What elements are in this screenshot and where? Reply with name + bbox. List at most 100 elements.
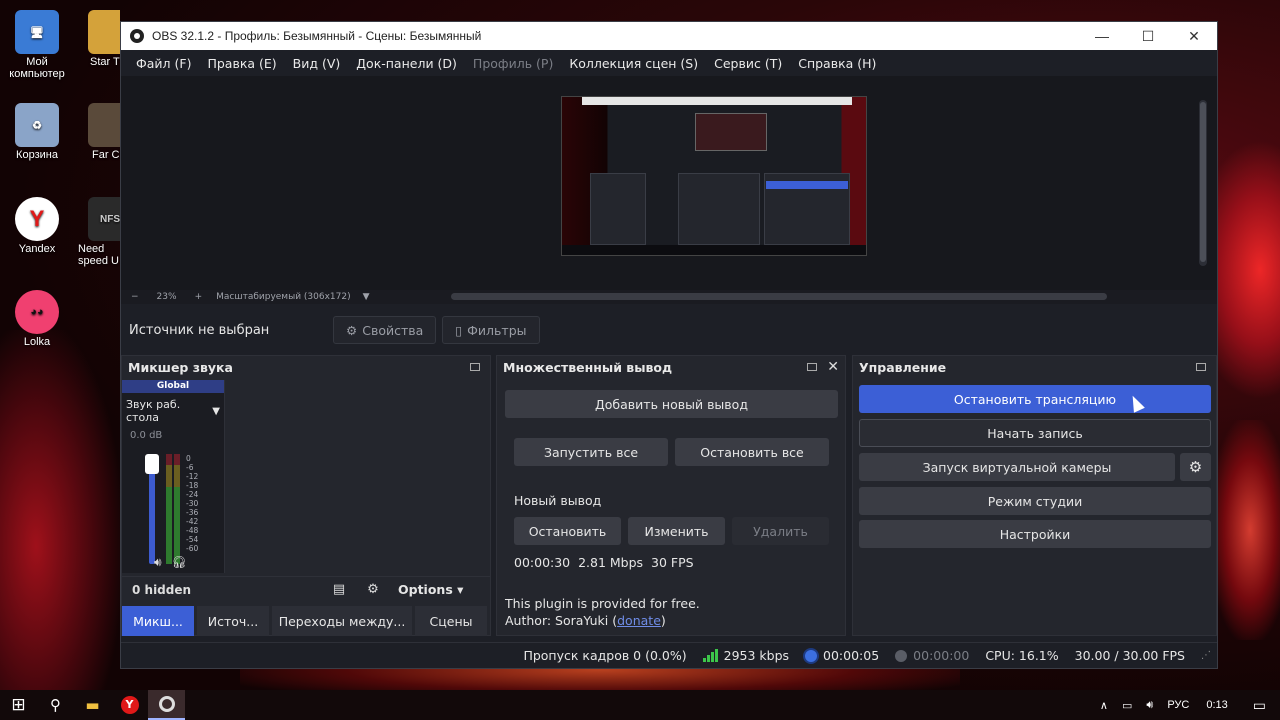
dock-header: Микшер звука bbox=[122, 356, 490, 378]
studio-mode-button[interactable]: Режим студии bbox=[859, 487, 1211, 515]
bitrate-indicator: 2953 kbps bbox=[702, 648, 790, 663]
tab-sources[interactable]: Источ... bbox=[197, 606, 269, 636]
desktop-icon-recycle-bin[interactable]: ♻ Корзина bbox=[0, 103, 74, 161]
desktop-icon-my-computer[interactable]: 🖥 Мой компьютер bbox=[0, 10, 74, 80]
stop-streaming-button[interactable]: Остановить трансляцию bbox=[859, 385, 1211, 413]
start-virtual-camera-button[interactable]: Запуск виртуальной камеры bbox=[859, 453, 1175, 481]
fps-indicator: 30.00 / 30.00 FPS bbox=[1074, 648, 1185, 663]
desktop-icon-far-cry[interactable]: Far C bbox=[70, 103, 120, 161]
donate-link[interactable]: donate bbox=[617, 613, 661, 628]
tab-transitions[interactable]: Переходы между... bbox=[272, 606, 412, 636]
record-icon bbox=[895, 649, 908, 662]
menu-view[interactable]: Вид (V) bbox=[285, 56, 349, 71]
menu-scene-collection[interactable]: Коллекция сцен (S) bbox=[561, 56, 706, 71]
virtual-camera-settings-button[interactable]: ⚙ bbox=[1180, 453, 1211, 481]
window-title: OBS 32.1.2 - Профиль: Безымянный - Сцены… bbox=[152, 29, 482, 43]
minimize-button[interactable]: — bbox=[1079, 22, 1125, 50]
delete-output-button[interactable]: Удалить bbox=[732, 517, 829, 545]
search-icon[interactable]: ⚲ bbox=[37, 690, 74, 720]
desktop-icon-label: Yandex bbox=[18, 243, 56, 255]
desktop-icon-yandex[interactable]: Y Yandex bbox=[0, 197, 74, 255]
level-meter-left bbox=[166, 454, 172, 564]
settings-button[interactable]: Настройки bbox=[859, 520, 1211, 548]
menu-profile[interactable]: Профиль (P) bbox=[465, 56, 561, 71]
preview-vertical-scrollbar[interactable] bbox=[1199, 100, 1207, 266]
game-icon bbox=[88, 103, 120, 147]
output-name: Новый вывод bbox=[514, 493, 602, 508]
filters-button[interactable]: ▯ Фильтры bbox=[442, 316, 540, 344]
output-stats: 00:00:30 2.81 Mbps 30 FPS bbox=[514, 555, 694, 570]
device-label: Звук раб. стола bbox=[126, 398, 181, 424]
yandex-browser-icon[interactable]: Y bbox=[111, 690, 148, 720]
headphones-icon[interactable]: 🎧︎ bbox=[172, 555, 187, 570]
cpu-usage: CPU: 16.1% bbox=[985, 648, 1059, 663]
desktop-icon-label: Star T bbox=[90, 56, 120, 68]
layout-icon[interactable]: ▤ bbox=[322, 582, 356, 597]
gear-icon[interactable]: ⚙ bbox=[356, 582, 390, 597]
desktop-icon-lolka[interactable]: ◕◕ Lolka bbox=[0, 290, 74, 348]
streaming-icon bbox=[805, 649, 818, 662]
author-line: Author: SoraYuki (donate) bbox=[505, 613, 666, 628]
close-button[interactable]: ✕ bbox=[1171, 22, 1217, 50]
file-explorer-icon[interactable]: ▬ bbox=[74, 690, 111, 720]
menu-file[interactable]: Файл (F) bbox=[128, 56, 199, 71]
obs-taskbar-icon[interactable] bbox=[148, 690, 185, 720]
maximize-button[interactable]: ☐ bbox=[1125, 22, 1171, 50]
record-time: 00:00:00 bbox=[913, 648, 970, 663]
notification-icon[interactable]: ▭ bbox=[1253, 697, 1266, 714]
dock-header: Управление bbox=[853, 356, 1216, 378]
undock-icon[interactable] bbox=[1196, 363, 1206, 371]
properties-button[interactable]: ⚙ Свойства bbox=[333, 316, 437, 344]
volume-slider-handle[interactable] bbox=[145, 454, 159, 474]
menu-edit[interactable]: Правка (E) bbox=[199, 56, 284, 71]
desktop-icon-star[interactable]: Star T bbox=[70, 10, 120, 68]
edit-output-button[interactable]: Изменить bbox=[628, 517, 725, 545]
start-button[interactable]: ⊞ bbox=[0, 690, 37, 720]
tab-mixer[interactable]: Микш... bbox=[122, 606, 194, 636]
chevron-down-icon[interactable]: ▼ bbox=[363, 292, 370, 302]
device-name[interactable]: Звук раб. стола ▼ bbox=[122, 393, 224, 424]
preview-area[interactable] bbox=[121, 76, 1217, 290]
zoom-bar: − 23% + Масштабируемый (306x172) ▼ bbox=[121, 290, 1217, 304]
dock-title: Управление bbox=[859, 359, 947, 375]
resize-grip-icon[interactable]: ⋰ bbox=[1201, 650, 1211, 661]
filters-label: Фильтры bbox=[467, 322, 527, 338]
zoom-out-button[interactable]: − bbox=[131, 292, 139, 302]
recycle-bin-icon: ♻ bbox=[15, 103, 59, 147]
dock-tabs: Микш... Источ... Переходы между... Сцены bbox=[122, 606, 490, 636]
speaker-icon[interactable]: 🔊︎ bbox=[154, 555, 162, 570]
menu-tools[interactable]: Сервис (T) bbox=[706, 56, 790, 71]
bitrate-value: 2953 kbps bbox=[723, 648, 790, 663]
plugin-note: This plugin is provided for free. bbox=[505, 596, 700, 611]
network-icon[interactable]: ▭ bbox=[1122, 699, 1132, 712]
language-indicator[interactable]: РУС bbox=[1167, 699, 1189, 711]
start-recording-button[interactable]: Начать запись bbox=[859, 419, 1211, 447]
game-icon bbox=[88, 10, 120, 54]
record-timer: 00:00:00 bbox=[895, 648, 969, 663]
undock-icon[interactable] bbox=[470, 363, 480, 371]
chevron-down-icon[interactable]: ▼ bbox=[212, 406, 220, 417]
menu-docks[interactable]: Док-панели (D) bbox=[348, 56, 465, 71]
mixer-channel: Global Звук раб. стола ▼ 0.0 dB 0 -6 -12 -1… bbox=[122, 380, 225, 573]
obs-logo-icon bbox=[130, 29, 144, 43]
start-all-button[interactable]: Запустить все bbox=[514, 438, 668, 466]
desktop-icon-label: Need speed U bbox=[78, 243, 119, 267]
stop-all-button[interactable]: Остановить все bbox=[675, 438, 829, 466]
close-icon[interactable]: ✕ bbox=[827, 359, 839, 375]
scale-mode-label: Масштабируемый (306x172) bbox=[216, 292, 351, 302]
zoom-in-button[interactable]: + bbox=[195, 292, 203, 302]
undock-icon[interactable] bbox=[807, 363, 818, 371]
menu-help[interactable]: Справка (H) bbox=[790, 56, 884, 71]
global-label: Global bbox=[122, 380, 224, 393]
clock[interactable]: 0:13 bbox=[1206, 699, 1227, 711]
stop-output-button[interactable]: Остановить bbox=[514, 517, 621, 545]
volume-icon[interactable]: 🔊︎ bbox=[1146, 699, 1153, 712]
add-output-button[interactable]: Добавить новый вывод bbox=[505, 390, 838, 418]
desktop-icon-need-speed[interactable]: NFS Need speed U bbox=[70, 197, 120, 267]
no-source-label: Источник не выбран bbox=[129, 322, 270, 338]
options-button[interactable]: Options ▾ bbox=[398, 582, 463, 597]
preview-horizontal-scrollbar[interactable] bbox=[451, 293, 1107, 300]
multiple-output-dock: Множественный вывод ✕ Добавить новый выв… bbox=[496, 355, 846, 636]
chevron-up-icon[interactable]: ∧ bbox=[1100, 699, 1108, 712]
tab-scenes[interactable]: Сцены bbox=[415, 606, 487, 636]
